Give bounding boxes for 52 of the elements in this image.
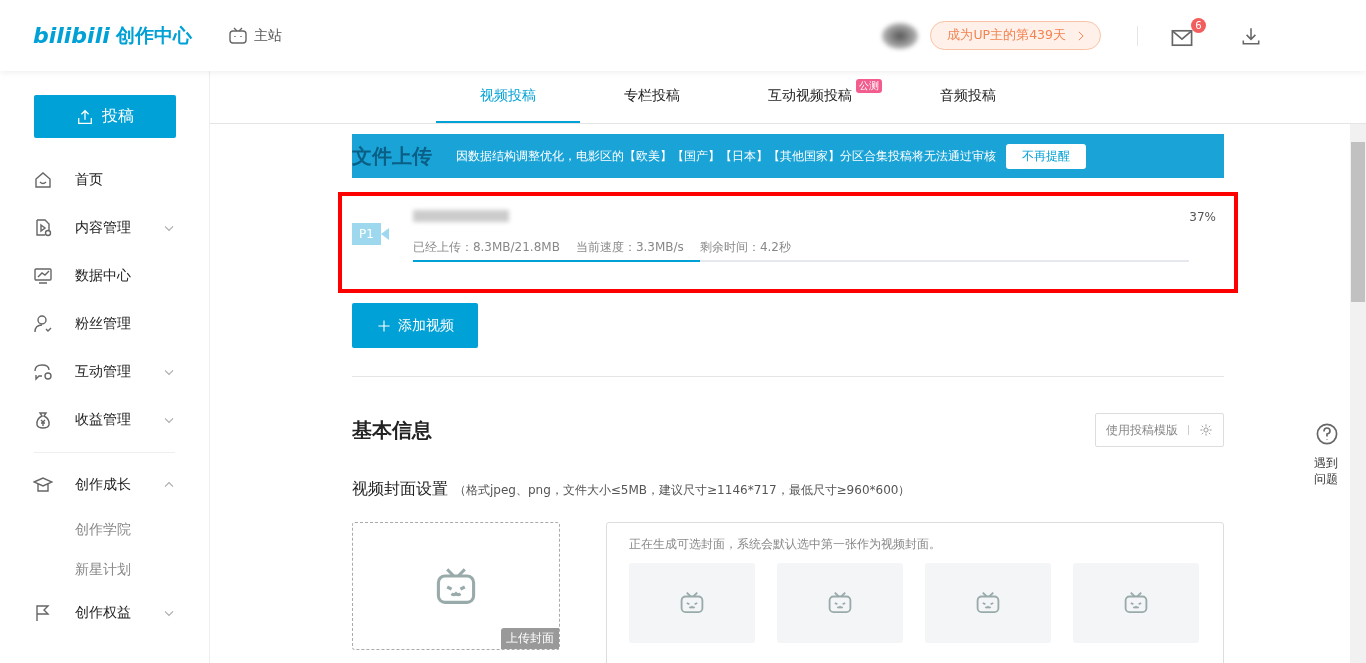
section-title: 基本信息: [352, 416, 432, 444]
tv-icon: [227, 25, 248, 46]
help-icon: [1315, 422, 1339, 446]
notice-text: 因数据结构调整优化，电影区的【欧美】【国产】【日本】【其他国家】分区合集投稿将无法通过审核: [456, 147, 996, 165]
sidebar-item[interactable]: 互动管理: [0, 348, 209, 396]
cover-placeholder[interactable]: [629, 563, 755, 643]
avatar[interactable]: [882, 22, 919, 49]
tv-icon: [827, 590, 853, 616]
user-icon: [33, 314, 53, 334]
cover-placeholder[interactable]: [925, 563, 1051, 643]
cover-label: 视频封面设置: [352, 479, 448, 500]
remaining-time: 剩余时间：4.2秒: [699, 239, 791, 256]
tab[interactable]: 音频投稿: [896, 71, 1040, 123]
sidebar-item[interactable]: 创作成长: [0, 461, 209, 509]
sidebar-item[interactable]: 创作权益: [0, 589, 209, 637]
sidebar-item[interactable]: 首页: [0, 156, 209, 204]
upload-speed: 当前速度：3.3MB/s: [575, 239, 684, 256]
upload-cover-tag: 上传封面: [501, 628, 559, 649]
cover-placeholder[interactable]: [777, 563, 903, 643]
chart-icon: [33, 266, 53, 286]
sidebar-subitem[interactable]: 创作学院: [0, 509, 209, 549]
sidebar-item[interactable]: 粉丝管理: [0, 300, 209, 348]
logo-title: 创作中心: [115, 22, 192, 48]
tab[interactable]: 互动视频投稿 公测: [724, 71, 896, 123]
template-button[interactable]: 使用投稿模版: [1095, 413, 1224, 447]
upload-icon: [76, 107, 94, 126]
tv-icon: [679, 590, 705, 616]
scrollbar-thumb[interactable]: [1351, 142, 1365, 302]
home-icon: [33, 170, 53, 190]
uploaded-size: 已经上传：8.3MB/21.8MB: [412, 239, 560, 256]
chat-icon: [33, 362, 53, 382]
help-link[interactable]: 遇到问题: [1314, 456, 1340, 488]
generating-text: 正在生成可选封面，系统会默认选中第一张作为视频封面。: [629, 537, 941, 551]
tv-icon: [975, 590, 1001, 616]
progress-percent: 37%: [1189, 210, 1216, 224]
section-title: 文件上传: [352, 142, 433, 170]
beta-tag: 公测: [856, 79, 882, 93]
message-count: 6: [1191, 17, 1206, 33]
cover-placeholder[interactable]: [1073, 563, 1199, 643]
sidebar-item[interactable]: 收益管理: [0, 396, 209, 444]
file-icon: [33, 218, 53, 238]
home-link[interactable]: 主站: [227, 25, 282, 46]
sidebar-subitem[interactable]: 新星计划: [0, 549, 209, 589]
sidebar-item[interactable]: 内容管理: [0, 204, 209, 252]
money-icon: [33, 410, 53, 430]
tv-icon: [1123, 590, 1149, 616]
sidebar-item[interactable]: 数据中心: [0, 252, 209, 300]
settings-icon: [1199, 423, 1213, 437]
cover-hint: （格式jpeg、png，文件大小≤5MB，建议尺寸≥1146*717，最低尺寸≥960*600）: [454, 482, 911, 499]
plus-icon: [376, 317, 392, 334]
cap-icon: [33, 475, 53, 495]
tab[interactable]: 专栏投稿: [580, 71, 724, 123]
